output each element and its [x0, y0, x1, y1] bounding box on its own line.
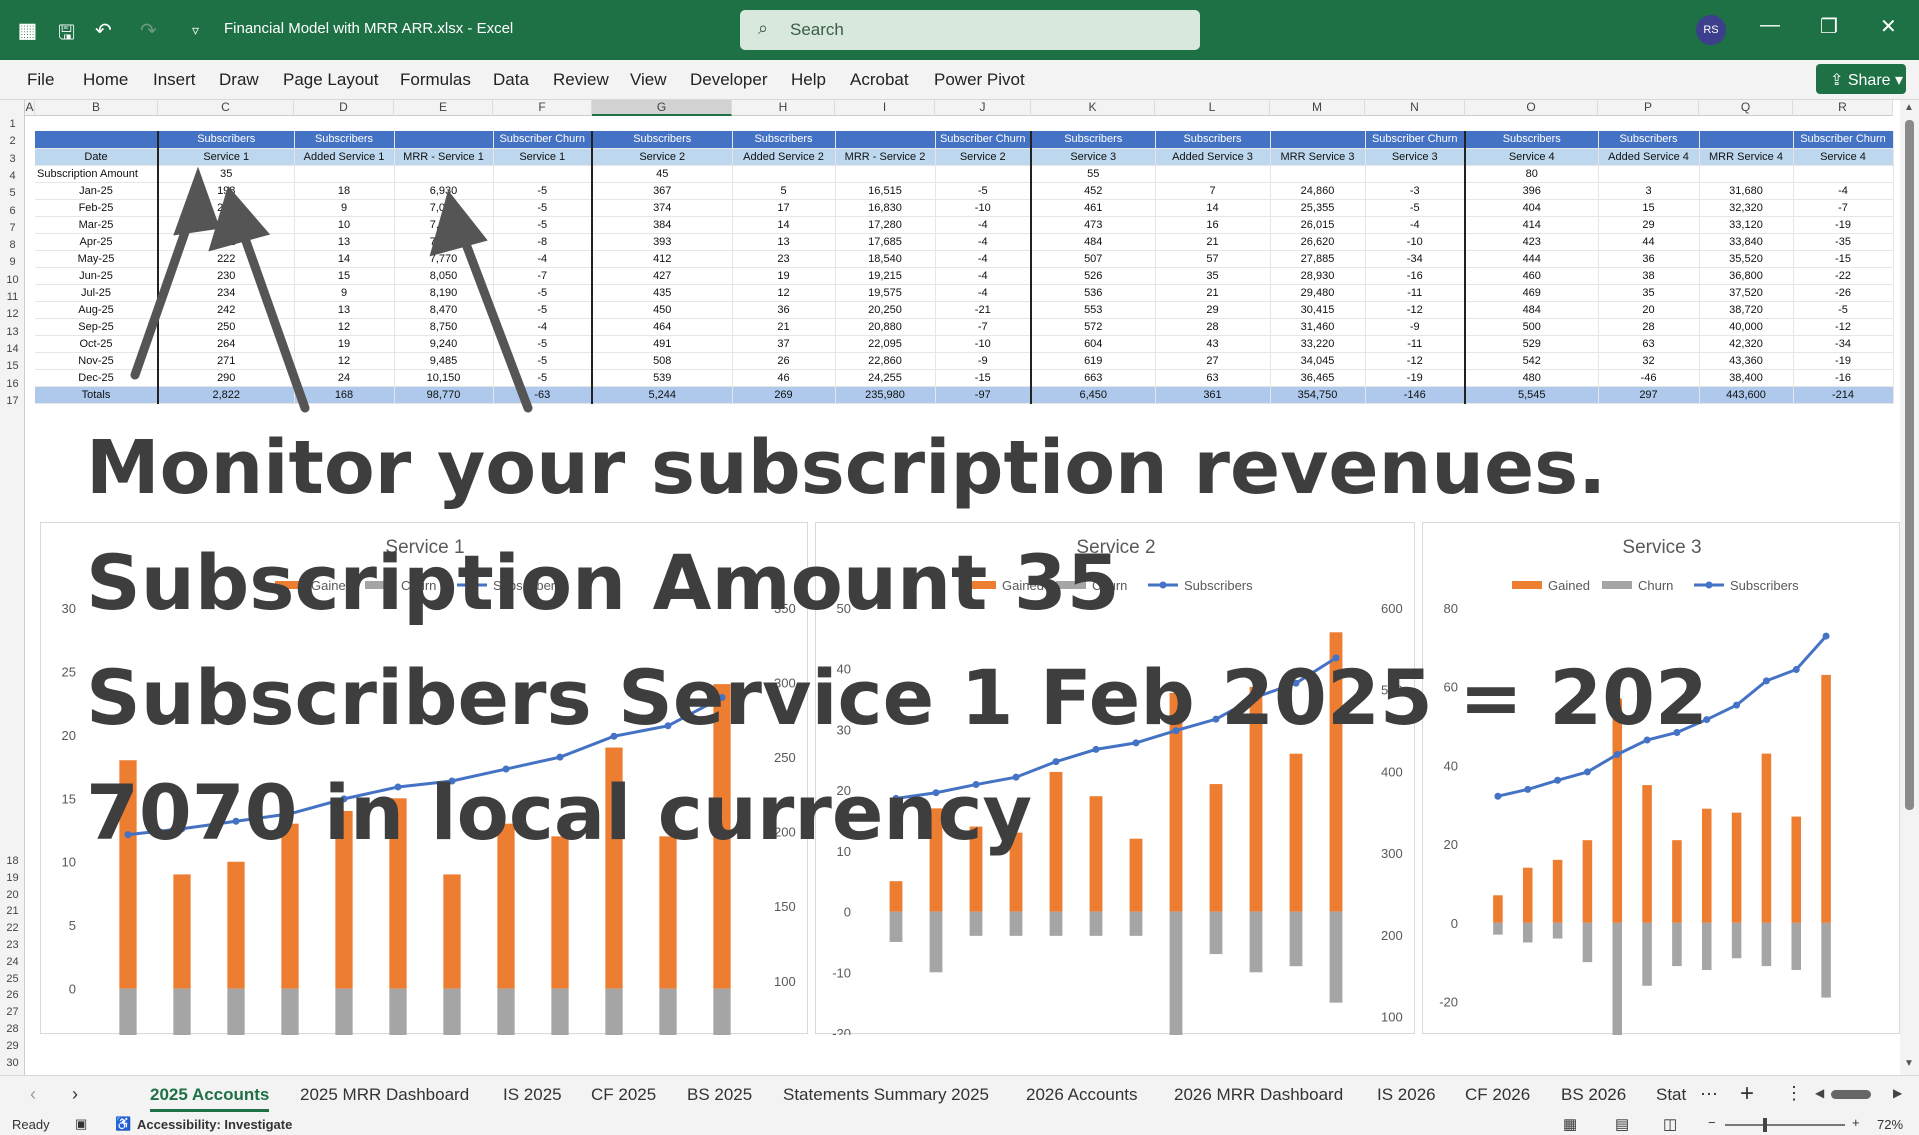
zoom-slider-thumb[interactable] [1763, 1118, 1767, 1132]
scroll-up-icon[interactable]: ▲ [1904, 102, 1914, 113]
tab-stat[interactable]: Stat [1656, 1085, 1686, 1105]
page-break-view-icon[interactable]: ◫ [1663, 1115, 1677, 1133]
zoom-out-icon[interactable]: − [1708, 1115, 1716, 1130]
normal-view-icon[interactable]: ▦ [1563, 1115, 1577, 1133]
share-icon: ⇪ [1830, 72, 1848, 89]
arrow-head [173, 166, 221, 236]
redo-icon[interactable]: ↷ [140, 18, 157, 43]
tab-cf-2026[interactable]: CF 2026 [1465, 1085, 1530, 1105]
ribbon-menu: File Home Insert Draw Page Layout Formul… [0, 60, 1919, 100]
avatar[interactable]: RS [1696, 15, 1726, 45]
minimize-icon[interactable]: — [1760, 14, 1780, 37]
zoom-level[interactable]: 72% [1877, 1117, 1903, 1132]
menu-draw[interactable]: Draw [219, 70, 259, 90]
menu-help[interactable]: Help [791, 70, 826, 90]
menu-home[interactable]: Home [83, 70, 128, 90]
tab-2025-accounts[interactable]: 2025 Accounts [150, 1085, 270, 1112]
window-title: Financial Model with MRR ARR.xlsx - Exce… [224, 20, 514, 37]
hscroll-left-icon[interactable]: ◀ [1815, 1086, 1824, 1100]
tab-2025-mrr-dashboard[interactable]: 2025 MRR Dashboard [300, 1085, 469, 1105]
menu-data[interactable]: Data [493, 70, 529, 90]
tab-is-2025[interactable]: IS 2025 [503, 1085, 562, 1105]
close-icon[interactable]: ✕ [1880, 14, 1897, 39]
tab-bs-2025[interactable]: BS 2025 [687, 1085, 752, 1105]
horizontal-scrollbar[interactable]: ◀ ▶ [1815, 1086, 1910, 1102]
status-bar: Ready ▣ ♿ Accessibility: Investigate ▦ ▤… [0, 1115, 1919, 1135]
macro-record-icon[interactable]: ▣ [75, 1116, 87, 1132]
zoom-slider[interactable] [1725, 1118, 1845, 1132]
tab-statements-summary-2025[interactable]: Statements Summary 2025 [783, 1085, 989, 1105]
overlay-local-currency: 7070 in local currency [86, 768, 1033, 857]
menu-review[interactable]: Review [553, 70, 609, 90]
overlay-subscribers-feb: Subscribers Service 1 Feb 2025 = 202 [86, 653, 1708, 742]
customize-toolbar-icon[interactable]: ▿ [192, 22, 199, 39]
menu-power-pivot[interactable]: Power Pivot [934, 70, 1025, 90]
undo-icon[interactable]: ↶ [95, 18, 112, 43]
tab-2026-accounts[interactable]: 2026 Accounts [1026, 1085, 1138, 1105]
excel-logo-icon: ▦ [18, 20, 37, 42]
overlay-headline: Monitor your subscription revenues. [86, 425, 1607, 511]
tab-2026-mrr-dashboard[interactable]: 2026 MRR Dashboard [1174, 1085, 1343, 1105]
menu-insert[interactable]: Insert [153, 70, 196, 90]
zoom-in-icon[interactable]: + [1852, 1115, 1860, 1130]
search-input[interactable]: ⌕ Search [740, 10, 1200, 50]
status-ready: Ready [12, 1117, 50, 1132]
menu-acrobat[interactable]: Acrobat [850, 70, 909, 90]
add-sheet-icon[interactable]: + [1740, 1080, 1754, 1108]
accessibility-status[interactable]: Accessibility: Investigate [137, 1117, 292, 1132]
arrow-head [208, 185, 271, 252]
menu-formulas[interactable]: Formulas [400, 70, 471, 90]
tab-scroll-left-icon[interactable]: ‹ [30, 1084, 36, 1105]
sheet-tabs-bar: ‹ › 2025 Accounts 2025 MRR Dashboard IS … [0, 1075, 1919, 1115]
search-icon: ⌕ [758, 18, 769, 38]
tab-cf-2025[interactable]: CF 2025 [591, 1085, 656, 1105]
tab-is-2026[interactable]: IS 2026 [1377, 1085, 1436, 1105]
search-placeholder: Search [790, 20, 844, 39]
page-layout-view-icon[interactable]: ▤ [1615, 1115, 1629, 1133]
hscroll-right-icon[interactable]: ▶ [1893, 1086, 1902, 1100]
vertical-scrollbar[interactable]: ▲ ▼ [1900, 100, 1919, 1075]
worksheet-grid[interactable]: ABCDEFGHIJKLMNOPQR 1 2 3 4 5 6 7 8 9 10 11 12 13 14 15… [0, 100, 1900, 1075]
tab-scroll-right-icon[interactable]: › [72, 1084, 78, 1105]
more-tabs-icon[interactable]: ⋯ [1700, 1084, 1718, 1105]
restore-icon[interactable]: ❐ [1820, 14, 1838, 39]
menu-developer[interactable]: Developer [690, 70, 768, 90]
title-bar: ▦ 🖫 ↶ ↷ ▿ Financial Model with MRR ARR.x… [0, 0, 1919, 60]
accessibility-icon[interactable]: ♿ [115, 1116, 131, 1132]
tab-options-icon[interactable]: ⋮ [1785, 1083, 1803, 1104]
overlay-subscription-amount: Subscription Amount 35 [86, 538, 1120, 627]
arrow-head [429, 190, 488, 257]
menu-view[interactable]: View [630, 70, 667, 90]
save-icon[interactable]: 🖫 [58, 18, 75, 52]
scrollbar-thumb[interactable] [1905, 120, 1914, 810]
scroll-down-icon[interactable]: ▼ [1904, 1058, 1914, 1069]
hscroll-thumb[interactable] [1831, 1090, 1871, 1099]
menu-file[interactable]: File [27, 70, 54, 90]
share-button[interactable]: ⇪ Share ▾ [1816, 64, 1906, 94]
tab-bs-2026[interactable]: BS 2026 [1561, 1085, 1626, 1105]
menu-page-layout[interactable]: Page Layout [283, 70, 378, 90]
